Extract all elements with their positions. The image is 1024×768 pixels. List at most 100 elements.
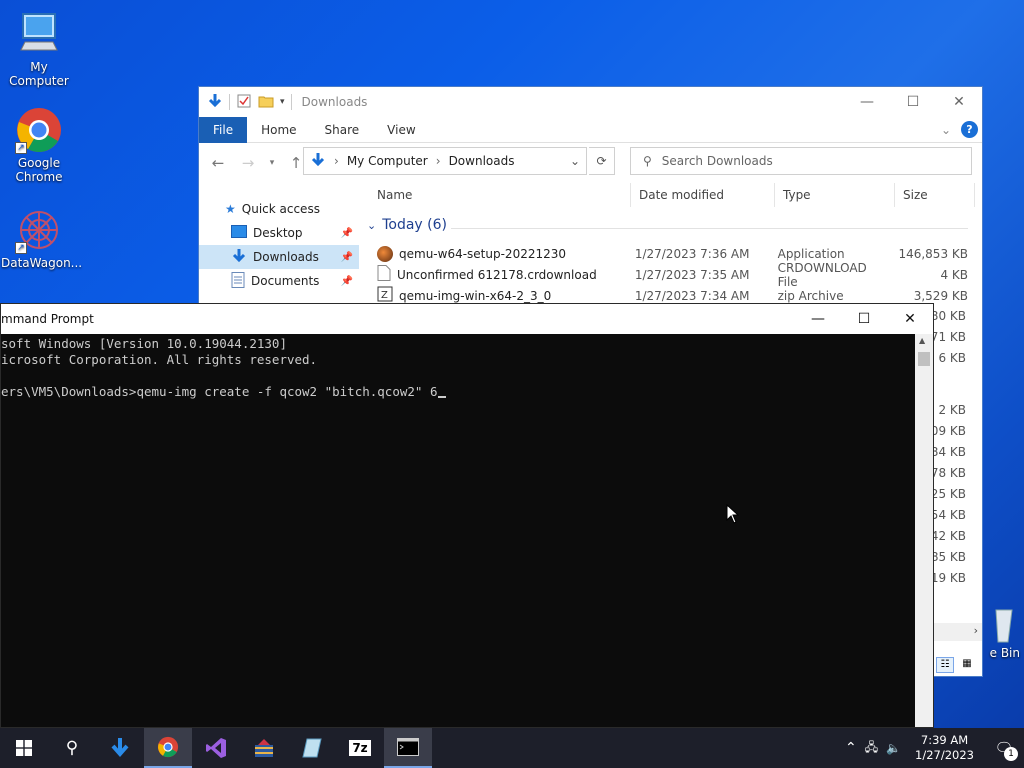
taskbar-downloads[interactable] — [96, 728, 144, 768]
shortcut-arrow-icon: ↗ — [15, 242, 27, 254]
desktop-icon-my-computer[interactable]: My Computer — [1, 10, 77, 88]
network-icon[interactable]: 🖧 — [865, 738, 878, 759]
column-size[interactable]: Size — [895, 183, 975, 207]
breadcrumb-my-computer[interactable]: My Computer — [347, 154, 428, 168]
taskbar-notepad[interactable] — [288, 728, 336, 768]
download-arrow-icon — [207, 93, 223, 112]
column-type[interactable]: Type — [775, 183, 895, 207]
taskbar-winrar[interactable] — [240, 728, 288, 768]
pin-icon[interactable]: 📌 — [341, 276, 353, 287]
tab-view[interactable]: View — [373, 117, 429, 143]
notification-badge: 1 — [1004, 747, 1018, 761]
breadcrumb-downloads[interactable]: Downloads — [449, 154, 515, 168]
file-row[interactable]: Unconfirmed 612178.crdownload 1/27/2023 … — [377, 261, 968, 289]
chevron-down-icon[interactable]: ▾ — [280, 97, 285, 107]
action-center-button[interactable]: 🗨 1 — [984, 728, 1024, 768]
chrome-icon: ↗ — [15, 106, 63, 154]
console-output[interactable]: soft Windows [Version 10.0.19044.2130] ic… — [1, 334, 915, 727]
documents-icon — [231, 271, 245, 291]
search-icon: ⚲ — [65, 738, 79, 758]
clock[interactable]: 7:39 AM 1/27/2023 — [915, 733, 974, 763]
winrar-icon — [255, 739, 273, 757]
chevron-right-icon[interactable]: › — [974, 624, 978, 637]
tab-home[interactable]: Home — [247, 117, 310, 143]
cmd-title-bar[interactable]: mmand Prompt — ☐ ✕ — [1, 304, 933, 334]
desktop-icon-google-chrome[interactable]: ↗ Google Chrome — [1, 106, 77, 184]
pin-icon[interactable]: 📌 — [341, 252, 353, 263]
group-divider — [451, 228, 968, 229]
clock-time: 7:39 AM — [920, 733, 969, 747]
explorer-title-bar[interactable]: ▾ Downloads — ☐ ✕ — [199, 87, 982, 117]
chevron-down-icon[interactable]: ⌄ — [570, 154, 580, 168]
desktop-icon-datawagon[interactable]: ↗ DataWagon... — [1, 206, 83, 270]
back-arrow-icon[interactable]: ← — [207, 154, 229, 172]
pin-icon[interactable]: 📌 — [341, 228, 353, 239]
sidebar-item-documents[interactable]: Documents 📌 — [199, 269, 359, 293]
column-date-modified[interactable]: Date modified — [631, 183, 775, 207]
tab-share[interactable]: Share — [311, 117, 374, 143]
chevron-up-icon[interactable]: ⌃ — [845, 740, 857, 756]
desktop-icon-label: DataWagon... — [1, 256, 83, 270]
close-button[interactable]: ✕ — [887, 304, 933, 334]
console-line: icrosoft Corporation. All rights reserve… — [1, 352, 318, 367]
forward-arrow-icon[interactable]: → — [237, 154, 259, 172]
column-name[interactable]: Name — [369, 183, 631, 207]
sidebar-item-desktop[interactable]: Desktop 📌 — [199, 221, 359, 245]
breadcrumb-separator: › — [435, 154, 441, 168]
scrollbar-thumb[interactable] — [918, 352, 930, 366]
taskbar-7zip[interactable]: 7z — [336, 728, 384, 768]
blank-file-icon — [377, 265, 391, 284]
shortcut-arrow-icon: ↗ — [15, 142, 27, 154]
details-view-icon[interactable]: ☷ — [936, 657, 954, 673]
command-prompt-window[interactable]: mmand Prompt — ☐ ✕ soft Windows [Version… — [0, 303, 934, 728]
refresh-button[interactable]: ⟳ — [589, 147, 615, 175]
help-icon[interactable]: ? — [961, 121, 978, 138]
taskbar-chrome[interactable] — [144, 728, 192, 768]
scroll-up-icon[interactable]: ▲ — [919, 336, 925, 345]
minimize-button[interactable]: — — [844, 87, 890, 117]
vertical-scrollbar[interactable]: ▲ — [915, 334, 933, 727]
large-icons-view-icon[interactable]: ▦ — [958, 657, 976, 673]
windows-logo-icon — [16, 740, 32, 756]
group-header-today[interactable]: ⌄ Today (6) — [367, 217, 447, 233]
sidebar-item-downloads[interactable]: Downloads 📌 — [199, 245, 359, 269]
search-placeholder: Search Downloads — [661, 154, 773, 168]
properties-icon[interactable] — [236, 93, 252, 112]
navigation-pane: ★ Quick access Desktop 📌 Downloads 📌 Doc… — [199, 197, 359, 293]
cmd-title: mmand Prompt — [1, 312, 94, 326]
desktop-icon-label: Google Chrome — [15, 156, 63, 184]
cmd-icon — [397, 738, 419, 756]
taskbar-command-prompt[interactable] — [384, 728, 432, 768]
download-arrow-icon — [111, 738, 129, 758]
taskbar-visual-studio[interactable] — [192, 728, 240, 768]
chrome-icon — [157, 736, 179, 758]
7zip-icon: 7z — [349, 740, 371, 756]
explorer-title: Downloads — [301, 95, 368, 109]
address-bar[interactable]: › My Computer › Downloads ⌄ — [303, 147, 587, 175]
minimize-button[interactable]: — — [795, 304, 841, 334]
clock-date: 1/27/2023 — [915, 748, 974, 762]
horizontal-scrollbar[interactable]: › — [932, 623, 982, 641]
text-cursor — [437, 396, 446, 398]
mouse-pointer-icon — [726, 504, 740, 524]
tab-file[interactable]: File — [199, 116, 248, 143]
start-button[interactable] — [0, 728, 48, 768]
close-button[interactable]: ✕ — [936, 87, 982, 117]
maximize-button[interactable]: ☐ — [890, 87, 936, 117]
sidebar-item-quick-access[interactable]: ★ Quick access — [199, 197, 359, 221]
recent-locations-icon[interactable]: ▾ — [267, 158, 277, 168]
console-line: soft Windows [Version 10.0.19044.2130] — [1, 336, 287, 351]
taskbar: ⚲ 7z ⌃ 🖧 🔈 7:39 AM 1/27/2023 🗨 1 — [0, 728, 1024, 768]
search-button[interactable]: ⚲ — [48, 728, 96, 768]
search-input[interactable]: ⚲ Search Downloads — [630, 147, 972, 175]
expand-ribbon-icon[interactable]: ⌄ — [941, 123, 951, 137]
ribbon-tabs: File Home Share View ⌄ ? — [199, 116, 982, 143]
qemu-installer-icon — [377, 245, 393, 262]
maximize-button[interactable]: ☐ — [841, 304, 887, 334]
new-folder-icon[interactable] — [258, 93, 274, 112]
breadcrumb-separator: › — [334, 154, 339, 168]
volume-icon[interactable]: 🔈 — [886, 741, 901, 755]
star-icon: ★ — [225, 202, 236, 216]
column-headers: Name Date modified Type Size — [369, 183, 982, 207]
